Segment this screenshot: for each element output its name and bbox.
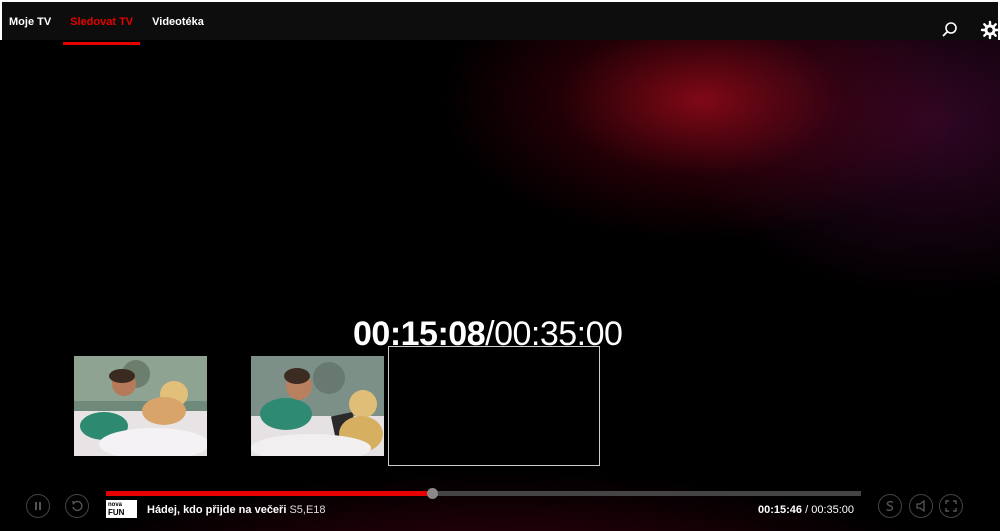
restart-icon [72, 500, 83, 512]
volume-icon [916, 499, 925, 513]
current-preview-frame[interactable] [388, 346, 600, 466]
top-navigation-bar: Moje TV Sledovat TV Videotéka [0, 0, 1000, 45]
subtitles-button[interactable] [878, 494, 902, 518]
channel-logo: nova FUN [106, 500, 137, 518]
pause-icon [35, 502, 41, 510]
channel-logo-line2: FUN [108, 508, 125, 517]
playback-position: 00:15:46 [758, 504, 803, 516]
fullscreen-button[interactable] [939, 494, 963, 518]
playback-separator: / [802, 504, 812, 516]
volume-button[interactable] [909, 494, 933, 518]
fullscreen-icon [945, 500, 957, 512]
pause-button[interactable] [26, 494, 50, 518]
tab-sledovat-tv[interactable]: Sledovat TV [63, 2, 145, 45]
settings-gear-icon[interactable] [980, 20, 1000, 40]
search-icon[interactable] [940, 20, 960, 40]
progress-bar[interactable] [106, 488, 861, 499]
program-episode: S5,E18 [289, 504, 326, 516]
progress-fill [106, 491, 433, 496]
program-info: Hádej, kdo přijde na večeři S5,E18 [147, 504, 326, 516]
preview-thumbnail[interactable] [74, 356, 207, 456]
restart-button[interactable] [65, 494, 89, 518]
playback-duration: 00:35:00 [811, 504, 855, 516]
nav-tabs: Moje TV Sledovat TV Videotéka [2, 2, 216, 45]
preview-thumbnail[interactable] [251, 356, 384, 456]
program-title: Hádej, kdo přijde na večeři [147, 504, 287, 516]
subtitles-icon [886, 500, 894, 512]
tab-videoteka[interactable]: Videotéka [145, 2, 216, 42]
tab-moje-tv[interactable]: Moje TV [2, 2, 63, 42]
playback-time: 00:15:46 / 00:35:00 [758, 504, 854, 516]
